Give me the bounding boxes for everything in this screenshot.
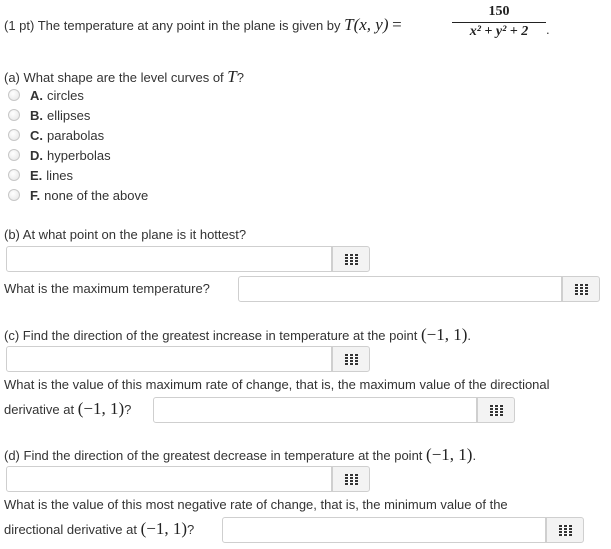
part-c-question: (c) Find the direction of the greatest i… (4, 328, 418, 343)
part-d-rate-qmark: ? (187, 522, 195, 537)
option-text: parabolas (47, 127, 105, 143)
option-c-row[interactable]: C. parabolas (8, 126, 104, 144)
part-d-rate-label-line2: directional derivative at (−1, 1)? (4, 519, 194, 539)
equation-editor-icon (345, 354, 358, 365)
part-c-prompt: (c) Find the direction of the greatest i… (4, 325, 471, 345)
equals-sign: = (392, 15, 402, 34)
equation-editor-button[interactable] (546, 517, 584, 543)
option-text: none of the above (44, 187, 149, 203)
part-c-rate-point: (−1, 1) (77, 399, 125, 418)
fraction-denominator: x² + y² + 2 (469, 24, 529, 39)
option-letter: A. (30, 87, 43, 103)
fraction-bar (452, 22, 546, 23)
option-text: ellipses (47, 107, 91, 123)
part-c-period: . (467, 328, 472, 343)
part-b-max-temp-input[interactable] (238, 276, 562, 302)
option-letter: C. (30, 127, 43, 143)
part-a-qmark: ? (236, 70, 244, 85)
equation-editor-icon (345, 474, 358, 485)
part-c-rate-qmark: ? (124, 402, 132, 417)
equation-editor-icon (575, 284, 588, 295)
equation-editor-icon (490, 405, 503, 416)
option-letter: B. (30, 107, 43, 123)
part-d-min-rate-input[interactable] (222, 517, 546, 543)
function-fraction: 150 x² + y² + 2 (452, 4, 546, 40)
equation-editor-button[interactable] (477, 397, 515, 423)
option-f-row[interactable]: F. none of the above (8, 186, 148, 204)
part-a-variable: T (227, 67, 237, 86)
part-a-prompt: (a) What shape are the level curves of T… (4, 67, 244, 87)
equation-editor-button[interactable] (332, 246, 370, 272)
radio-button[interactable] (8, 149, 20, 161)
option-b-row[interactable]: B. ellipses (8, 106, 90, 124)
option-letter: E. (30, 167, 43, 183)
part-d-period: . (472, 448, 477, 463)
part-d-rate-label-line1: What is the value of this most negative … (4, 497, 508, 512)
problem-statement: (1 pt) The temperature at any point in t… (4, 15, 402, 35)
part-b-max-temp-label: What is the maximum temperature? (4, 281, 210, 296)
part-b-prompt: (b) At what point on the plane is it hot… (4, 227, 247, 242)
part-d-rate-point: (−1, 1) (140, 519, 188, 538)
part-d-question: (d) Find the direction of the greatest d… (4, 448, 423, 463)
part-c-rate-label-line2: derivative at (−1, 1)? (4, 399, 131, 419)
option-letter: F. (30, 187, 41, 203)
radio-button[interactable] (8, 169, 20, 181)
part-a-question: (a) What shape are the level curves of (4, 70, 224, 85)
part-d-rate-text: directional derivative at (4, 522, 137, 537)
part-c-max-rate-input[interactable] (153, 397, 477, 423)
option-text: circles (47, 87, 84, 103)
equation-editor-button[interactable] (332, 466, 370, 492)
fraction-numerator: 150 (488, 4, 510, 19)
option-text: lines (46, 167, 74, 183)
radio-button[interactable] (8, 189, 20, 201)
part-c-rate-label-line1: What is the value of this maximum rate o… (4, 377, 550, 392)
option-a-row[interactable]: A. circles (8, 86, 84, 104)
equation-editor-icon (559, 525, 572, 536)
equation-editor-button[interactable] (332, 346, 370, 372)
part-c-direction-input[interactable] (6, 346, 332, 372)
equation-editor-icon (345, 254, 358, 265)
part-c-point: (−1, 1) (420, 325, 468, 344)
problem-intro: (1 pt) The temperature at any point in t… (4, 18, 341, 33)
radio-button[interactable] (8, 89, 20, 101)
part-d-prompt: (d) Find the direction of the greatest d… (4, 445, 476, 465)
statement-period: . (546, 22, 550, 37)
part-b-hottest-point-input[interactable] (6, 246, 332, 272)
part-c-rate-text: derivative at (4, 402, 75, 417)
option-letter: D. (30, 147, 43, 163)
radio-button[interactable] (8, 109, 20, 121)
option-e-row[interactable]: E. lines (8, 166, 73, 184)
function-name: T(x, y) (344, 15, 389, 34)
radio-button[interactable] (8, 129, 20, 141)
part-d-point: (−1, 1) (426, 445, 473, 464)
equation-editor-button[interactable] (562, 276, 600, 302)
part-d-direction-input[interactable] (6, 466, 332, 492)
option-text: hyperbolas (47, 147, 111, 163)
option-d-row[interactable]: D. hyperbolas (8, 146, 111, 164)
